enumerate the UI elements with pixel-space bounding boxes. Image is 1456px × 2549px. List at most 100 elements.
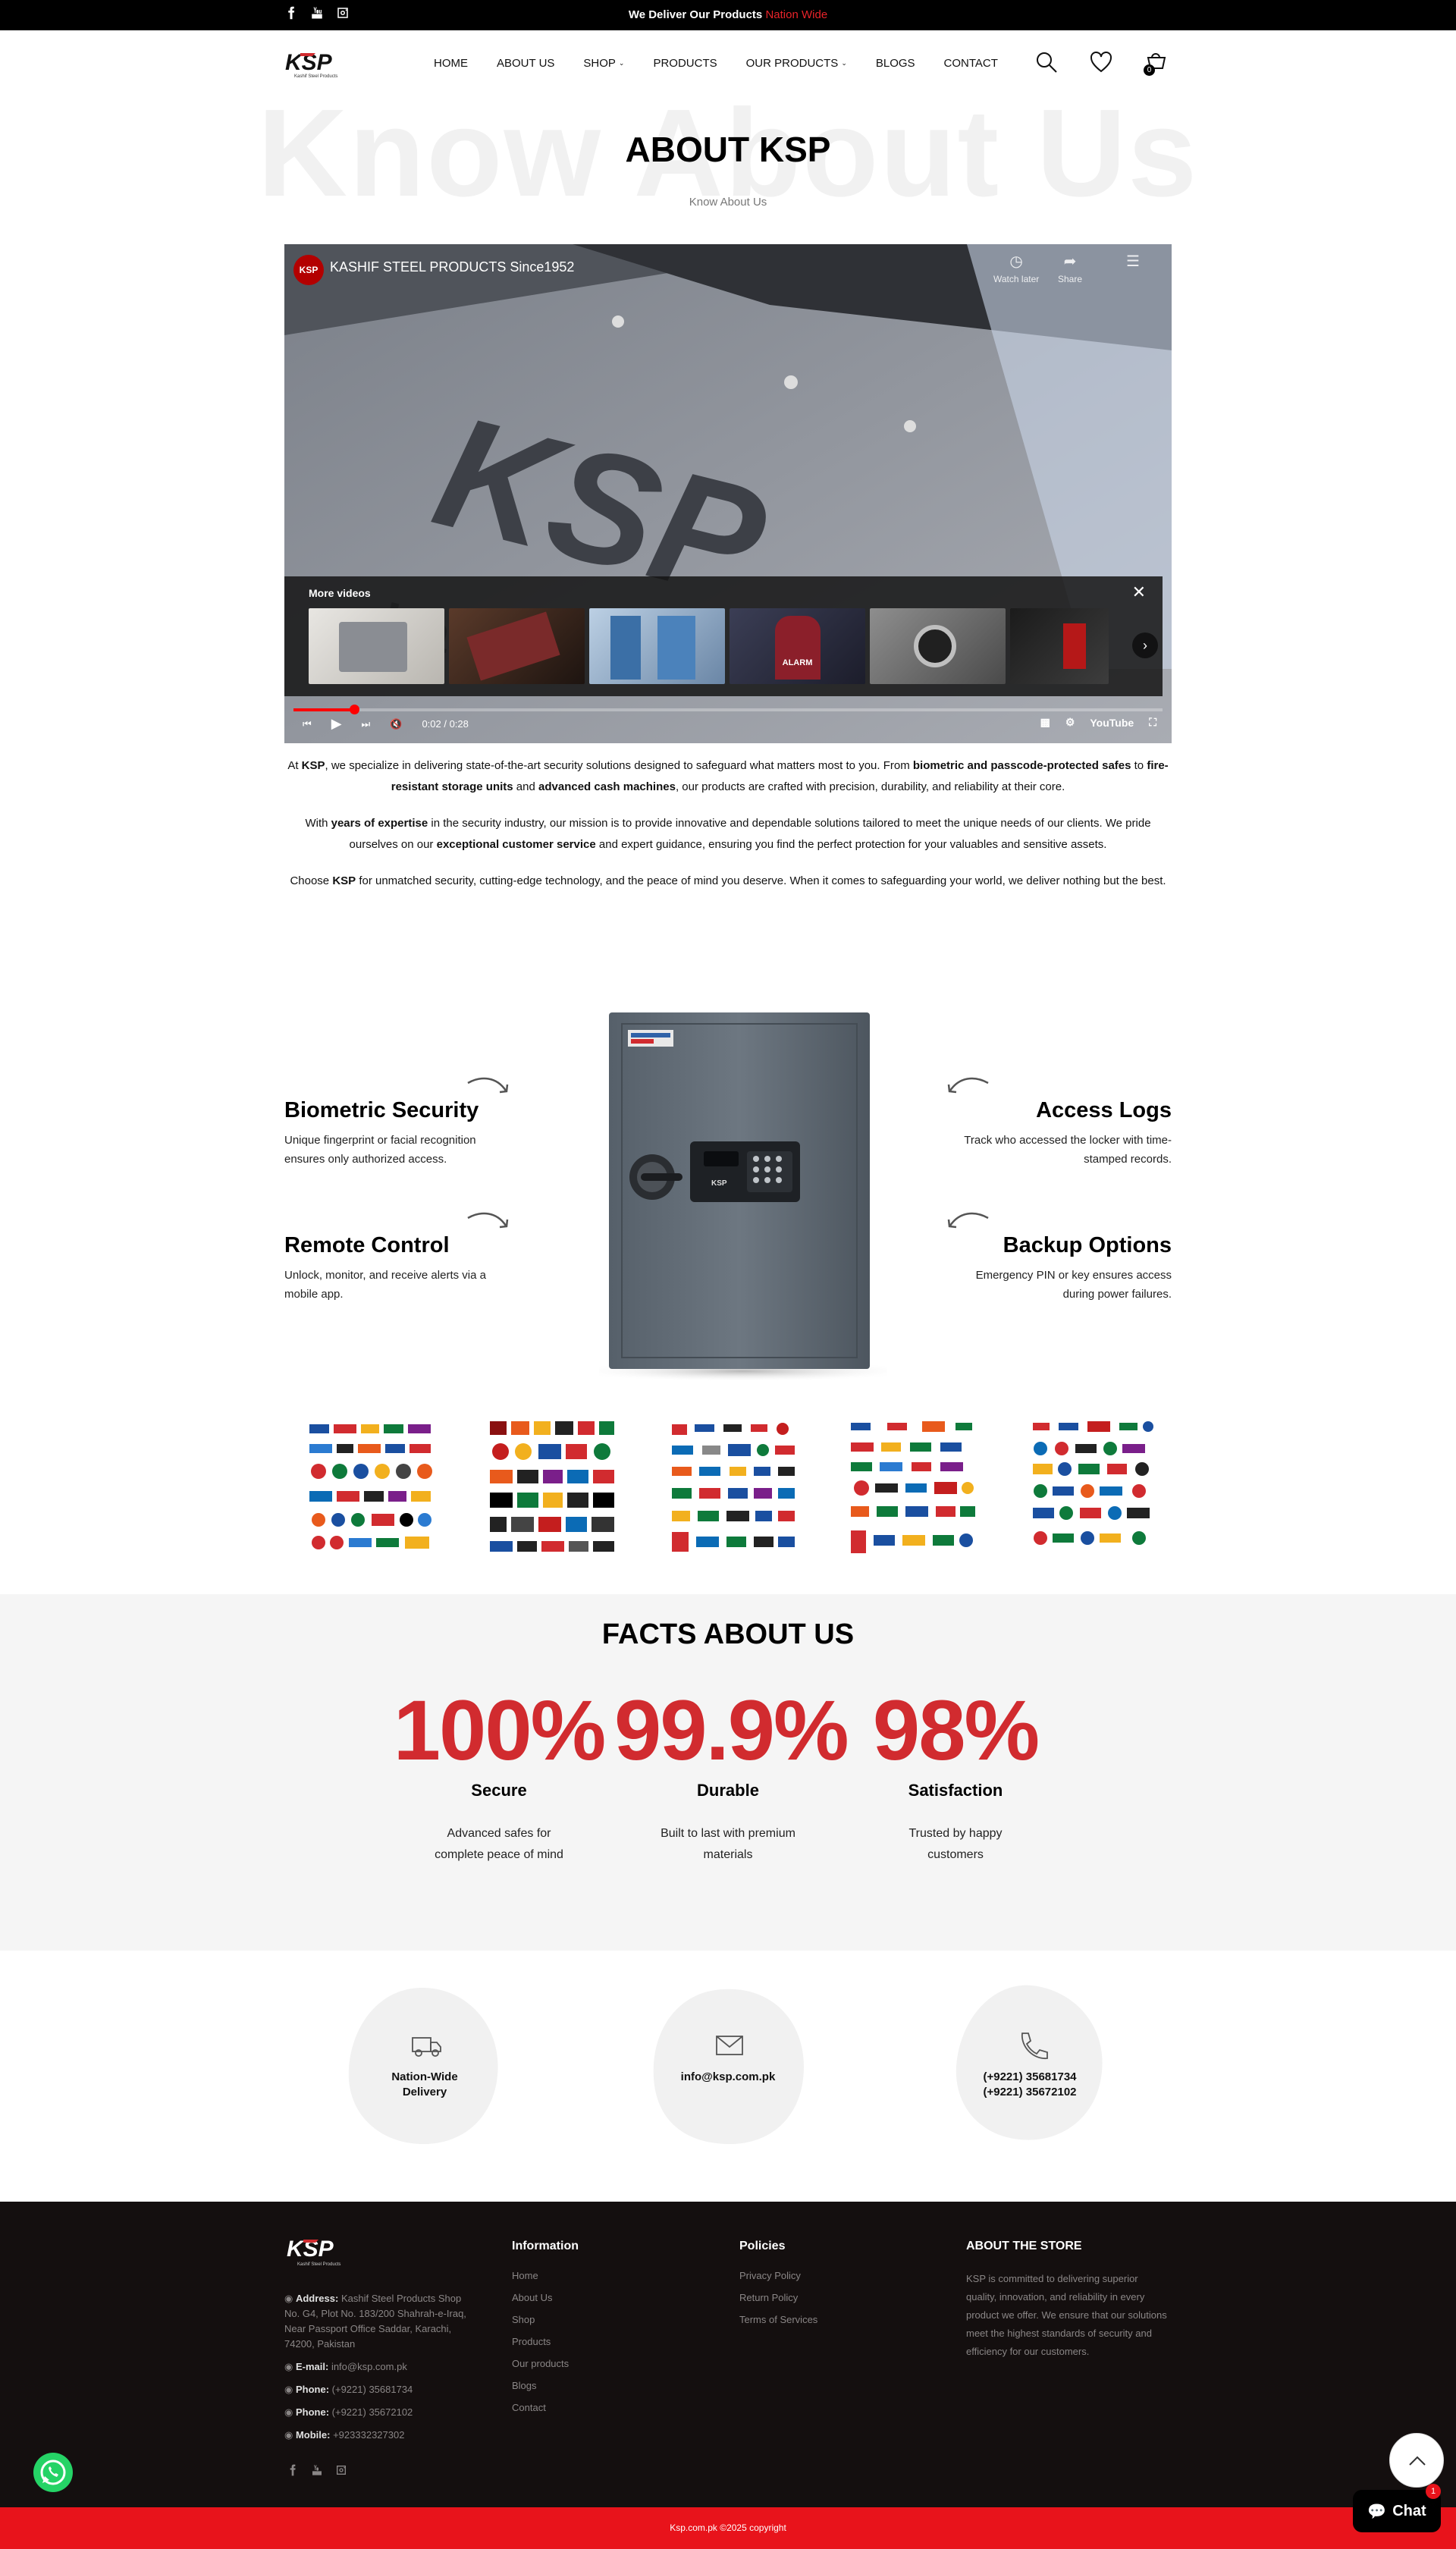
related-video-thumb[interactable]: ALARM (730, 608, 865, 684)
ksp-logo[interactable]: KSP Kashif Steel Products (285, 49, 353, 80)
nav-products[interactable]: PRODUCTS (653, 57, 717, 70)
fact-description: Built to last with premium materials (661, 1827, 795, 1861)
muted-volume-icon[interactable]: 🔇 (390, 718, 402, 730)
chevron-down-icon: ⌄ (618, 59, 625, 67)
client-logos (303, 1417, 1162, 1561)
chevron-up-icon (1409, 2456, 1426, 2466)
close-icon[interactable]: ✕ (1132, 582, 1146, 602)
related-video-thumb[interactable] (589, 608, 725, 684)
nav-shop[interactable]: SHOP ⌄ (583, 57, 624, 70)
wishlist-heart-icon[interactable] (1089, 50, 1116, 77)
chevron-right-icon[interactable]: › (1132, 633, 1158, 658)
feature-backup-options: Backup Options Emergency PIN or key ensu… (944, 1233, 1172, 1304)
related-video-thumb[interactable] (309, 608, 444, 684)
video-progress-bar[interactable] (293, 705, 1163, 714)
footer-link-our-products[interactable]: Our products (512, 2358, 579, 2369)
footer-link-terms[interactable]: Terms of Services (739, 2314, 817, 2325)
footer-logo-tagline: Kashif Steel Products (297, 2262, 340, 2267)
client-logo-collage (309, 1424, 432, 1549)
delivery-text: Nation-Wide Delivery (391, 2070, 458, 2099)
emphasis-text: exceptional customer service (436, 838, 596, 851)
play-icon[interactable]: ▶ (331, 716, 342, 732)
settings-gear-icon[interactable]: ⚙ (1065, 716, 1075, 729)
body-text: to (1131, 759, 1147, 772)
nav-home[interactable]: HOME (434, 57, 468, 70)
youtube-icon[interactable] (311, 2464, 323, 2476)
facebook-icon[interactable] (287, 2464, 299, 2476)
watch-later-button[interactable]: ◷ Watch later (993, 252, 1039, 284)
emphasis-text: years of expertise (331, 817, 428, 830)
video-controls-left: ⏮ ▶ ⏭ 🔇 0:02 / 0:28 (303, 716, 469, 732)
nav-blogs[interactable]: BLOGS (876, 57, 915, 70)
previous-icon[interactable]: ⏮ (303, 718, 312, 730)
video-progress-fill (293, 708, 355, 711)
related-video-thumb[interactable] (449, 608, 585, 684)
related-video-thumb[interactable] (870, 608, 1006, 684)
more-videos-panel: More videos ✕ ALARM › (284, 576, 1163, 696)
nav-contact[interactable]: CONTACT (944, 57, 998, 70)
footer-link-return-policy[interactable]: Return Policy (739, 2292, 817, 2303)
blob-background (653, 1989, 804, 2145)
footer-link-contact[interactable]: Contact (512, 2402, 579, 2413)
nav-about-us[interactable]: ABOUT US (497, 57, 554, 70)
fact-label: Satisfaction (908, 1781, 1003, 1800)
blob-background (956, 1985, 1103, 2140)
email-text[interactable]: info@ksp.com.pk (645, 2070, 811, 2085)
footer-mobile: ◉ Mobile: +923332327302 (284, 2429, 405, 2441)
blob-background (348, 1987, 498, 2145)
emphasis-text: biometric and passcode-protected safes (912, 759, 1131, 772)
footer-contact-details: ◉ Address: Kashif Steel Products Shop No… (284, 2291, 478, 2450)
fullscreen-icon[interactable]: ⛶ (1149, 716, 1156, 729)
captions-icon[interactable]: ▩ (1040, 716, 1050, 729)
body-text: With (305, 817, 331, 830)
related-videos: ALARM (309, 608, 1109, 684)
body-text: At (287, 759, 302, 772)
feature-title: Access Logs (1036, 1098, 1172, 1122)
feature-description: Track who accessed the locker with time-… (964, 1134, 1172, 1166)
announcement-bar: We Deliver Our Products Nation Wide (0, 0, 1456, 30)
youtube-video-player[interactable]: KSP Kashif KSP KASHIF STEEL PRODUCTS Sin… (284, 244, 1172, 743)
feature-access-logs: Access Logs Track who accessed the locke… (944, 1098, 1172, 1169)
footer-link-products[interactable]: Products (512, 2336, 579, 2347)
related-video-thumb[interactable] (1010, 608, 1109, 684)
announcement-highlight: Nation Wide (765, 8, 828, 21)
footer-address: ◉ Address: Kashif Steel Products Shop No… (284, 2293, 466, 2350)
video-title[interactable]: KASHIF STEEL PRODUCTS Since1952 (330, 259, 574, 275)
footer-link-about-us[interactable]: About Us (512, 2292, 579, 2303)
footer-link-home[interactable]: Home (512, 2270, 579, 2281)
footer-ksp-logo[interactable]: KSP Kashif Steel Products (287, 2235, 358, 2268)
mobile-icon: ◉ (284, 2429, 296, 2441)
channel-avatar[interactable]: KSP (293, 255, 324, 285)
instagram-icon[interactable] (335, 2464, 347, 2476)
playlist-icon[interactable]: ☰ (1126, 252, 1140, 271)
fact-value: 98% (872, 1683, 1040, 1778)
cart-icon[interactable]: 0 (1144, 50, 1171, 77)
whatsapp-icon[interactable] (33, 2453, 73, 2492)
body-text: , we specialize in delivering state-of-t… (325, 759, 913, 772)
footer-email: ◉ E-mail: info@ksp.com.pk (284, 2361, 407, 2372)
footer-link-privacy-policy[interactable]: Privacy Policy (739, 2270, 817, 2281)
fact-value: 100% (393, 1683, 606, 1778)
feature-title: Biometric Security (284, 1098, 479, 1122)
body-text: , our products are crafted with precisio… (675, 780, 1065, 793)
logo-tagline: Kashif Steel Products (294, 74, 337, 79)
share-button[interactable]: ➦ Share (1058, 252, 1082, 284)
phone-text: (+9221) 35681734 (+9221) 35672102 (983, 2070, 1077, 2099)
footer-link-shop[interactable]: Shop (512, 2314, 579, 2325)
safe-keypad-brand: KSP (711, 1179, 727, 1188)
clock-icon: ◷ (1009, 253, 1023, 270)
search-icon[interactable] (1034, 50, 1062, 77)
fact-label: Secure (471, 1781, 527, 1800)
next-icon[interactable]: ⏭ (362, 718, 371, 730)
youtube-logo[interactable]: YouTube (1090, 717, 1134, 729)
scroll-to-top-button[interactable] (1389, 2433, 1444, 2488)
video-time: 0:02 / 0:28 (422, 718, 469, 730)
feature-description: Emergency PIN or key ensures access duri… (975, 1269, 1172, 1301)
footer-link-blogs[interactable]: Blogs (512, 2380, 579, 2391)
nav-our-products[interactable]: OUR PRODUCTS ⌄ (746, 57, 847, 70)
about-store-text: KSP is committed to delivering superior … (966, 2273, 1167, 2357)
phone-info-card: (+9221) 35681734 (+9221) 35672102 (946, 1983, 1113, 2150)
delivery-truck-icon (410, 2029, 443, 2062)
phone-icon: ◉ (284, 2406, 296, 2418)
client-logo-collage (672, 1423, 795, 1552)
